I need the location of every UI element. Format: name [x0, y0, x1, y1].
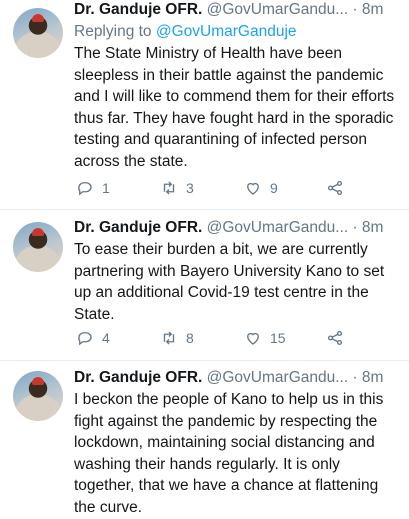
- tweet-header: Dr. Ganduje OFR. @GovUmarGandu... · 8m: [74, 368, 402, 388]
- tweet-header: Dr. Ganduje OFR. @GovUmarGandu... · 8m: [74, 218, 402, 238]
- tweet-actions: 4 8 15: [76, 329, 376, 349]
- like-icon: [247, 332, 259, 345]
- tweet-text: I beckon the people of Kano to help us i…: [74, 391, 384, 516]
- avatar[interactable]: [13, 371, 63, 421]
- tweet-header: Dr. Ganduje OFR. @GovUmarGandu... · 8m: [74, 0, 402, 20]
- reply-count: 4: [102, 330, 110, 346]
- avatar[interactable]: [13, 222, 63, 272]
- divider: [0, 360, 409, 361]
- retweet-icon: [163, 181, 175, 195]
- replying-to: Replying to @GovUmarGanduje: [74, 22, 402, 42]
- reply-icon: [78, 332, 92, 346]
- retweet-button[interactable]: 8: [160, 329, 194, 347]
- retweet-icon: [163, 331, 175, 345]
- tweet-actions: 1 3 9: [76, 179, 376, 199]
- author-name[interactable]: Dr. Ganduje OFR.: [74, 369, 202, 386]
- divider: [0, 209, 409, 210]
- retweet-count: 8: [186, 330, 194, 346]
- author-name[interactable]: Dr. Ganduje OFR.: [74, 1, 202, 18]
- replying-to-label: Replying to: [74, 23, 156, 40]
- retweet-button[interactable]: 3: [160, 179, 194, 197]
- timestamp[interactable]: · 8m: [352, 1, 383, 18]
- author-handle[interactable]: @GovUmarGandu...: [207, 369, 349, 386]
- author-name[interactable]: Dr. Ganduje OFR.: [74, 219, 202, 236]
- reply-button[interactable]: 4: [76, 329, 110, 347]
- avatar[interactable]: [13, 8, 63, 58]
- tweet-text: To ease their burden a bit, we are curre…: [74, 241, 385, 323]
- reply-icon: [78, 182, 92, 196]
- reply-count: 1: [102, 180, 110, 196]
- like-button[interactable]: 9: [244, 179, 278, 197]
- timestamp[interactable]: · 8m: [352, 369, 383, 386]
- like-icon: [247, 182, 259, 195]
- like-count: 9: [270, 180, 278, 196]
- retweet-count: 3: [186, 180, 194, 196]
- reply-button[interactable]: 1: [76, 179, 110, 197]
- timestamp[interactable]: · 8m: [352, 219, 383, 236]
- share-icon: [327, 180, 343, 196]
- share-button[interactable]: [326, 179, 344, 197]
- like-button[interactable]: 15: [244, 329, 286, 347]
- replying-to-link[interactable]: @GovUmarGanduje: [156, 23, 297, 40]
- author-handle[interactable]: @GovUmarGandu...: [207, 1, 349, 18]
- share-button[interactable]: [326, 329, 344, 347]
- author-handle[interactable]: @GovUmarGandu...: [207, 219, 349, 236]
- tweet-text: The State Ministry of Health have been s…: [74, 45, 395, 170]
- share-icon: [327, 330, 343, 346]
- like-count: 15: [270, 330, 286, 346]
